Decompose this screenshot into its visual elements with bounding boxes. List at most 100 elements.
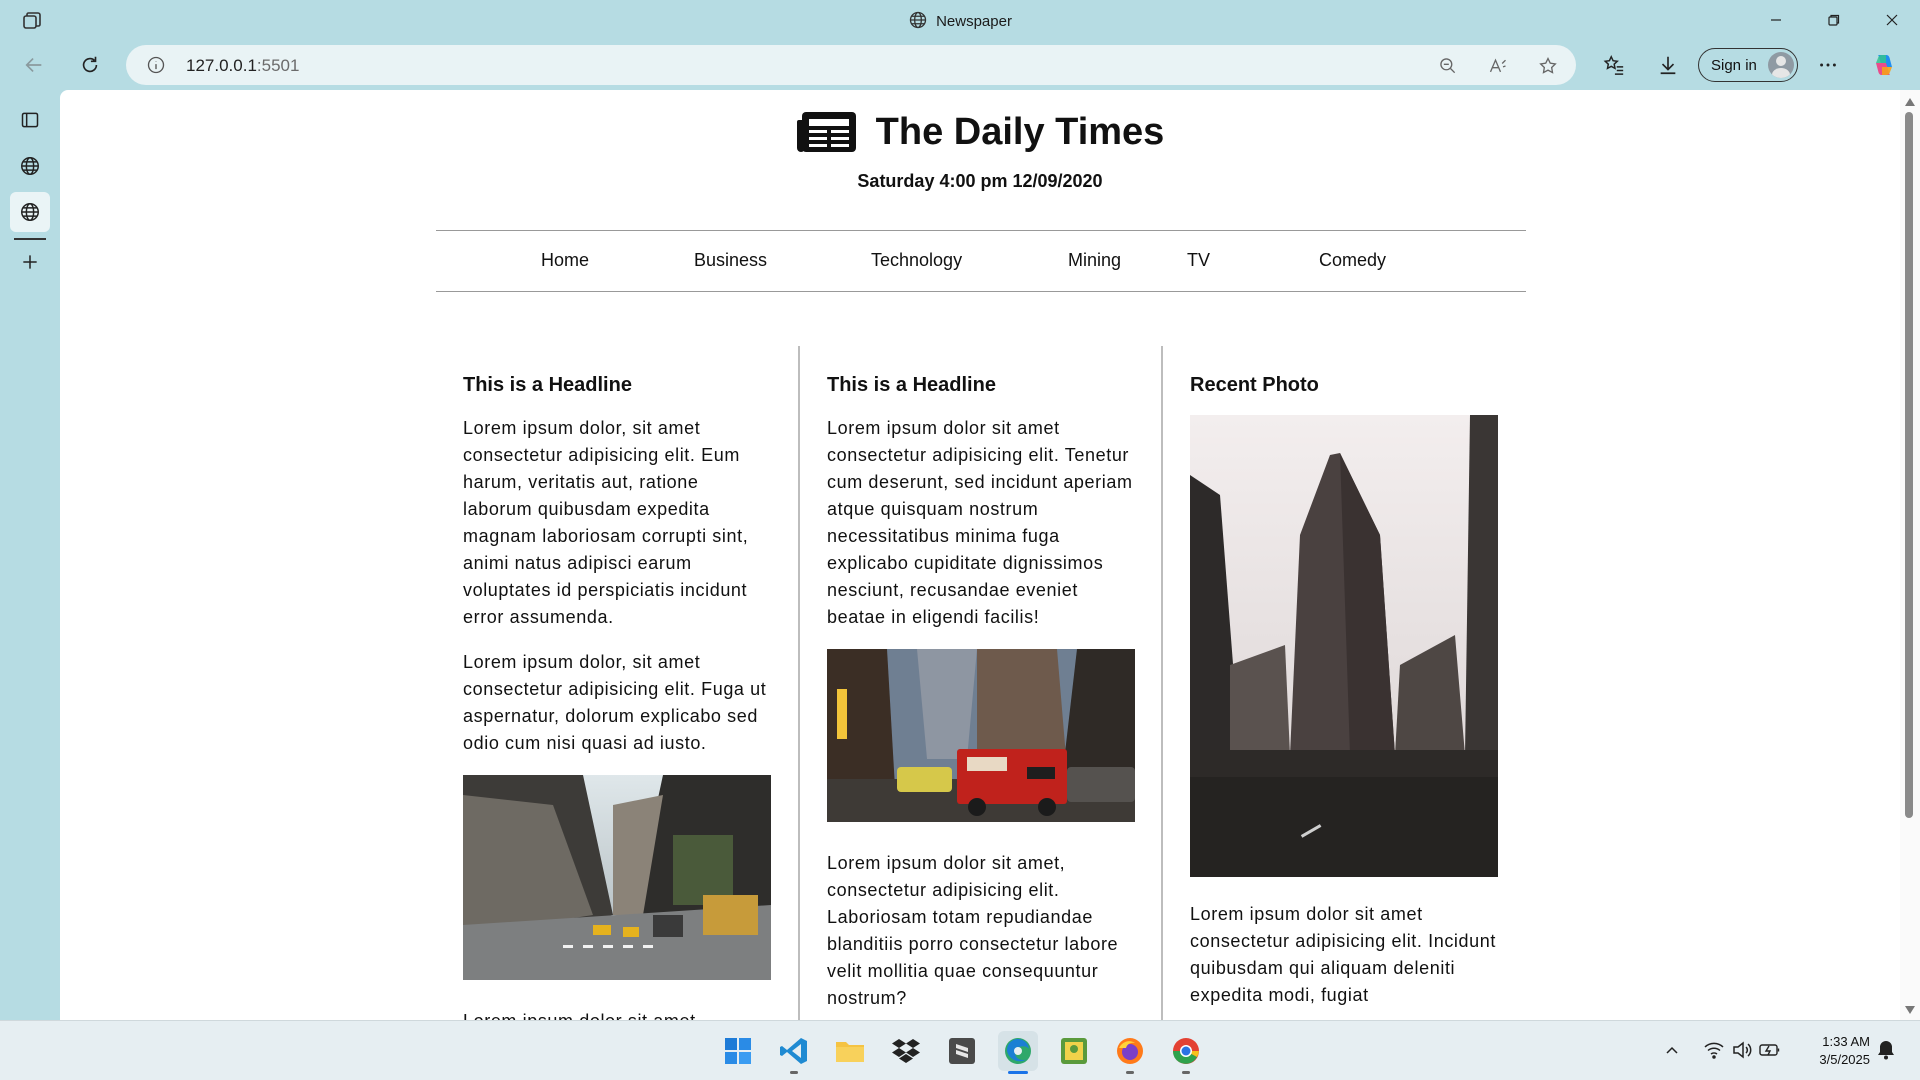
- column-divider: [1161, 346, 1163, 1020]
- wifi-status[interactable]: [1700, 1035, 1728, 1065]
- downloads-button[interactable]: [1650, 48, 1686, 82]
- running-indicator: [1126, 1071, 1134, 1074]
- sign-in-button[interactable]: Sign in: [1698, 48, 1798, 82]
- headline: Recent Photo: [1190, 374, 1319, 396]
- windows-logo-icon: [725, 1038, 751, 1064]
- article-paragraph: Lorem ipsum dolor, sit amet consectetur …: [463, 652, 767, 753]
- sign-in-label: Sign in: [1711, 56, 1757, 74]
- window-title-text: Newspaper: [936, 13, 1012, 30]
- taskbar-dropbox[interactable]: [886, 1031, 926, 1071]
- bell-icon: [1878, 1041, 1894, 1060]
- address-bar[interactable]: 127.0.0.1:5501: [126, 45, 1576, 85]
- scrollbar-thumb[interactable]: [1905, 112, 1913, 818]
- refresh-button[interactable]: [72, 48, 108, 82]
- taskbar-edge[interactable]: [998, 1031, 1038, 1074]
- minimize-icon: [1771, 19, 1781, 21]
- copilot-button[interactable]: [1866, 48, 1902, 82]
- article-paragraph: Lorem ipsum dolor sit amet consectetur a…: [827, 418, 1133, 627]
- running-indicator: [790, 1071, 798, 1074]
- show-hidden-icons[interactable]: [1658, 1035, 1686, 1065]
- new-tab-button[interactable]: [10, 242, 50, 282]
- headline: This is a Headline: [827, 374, 996, 396]
- globe-icon: [21, 203, 39, 221]
- column-divider: [798, 346, 800, 1020]
- scroll-up-icon[interactable]: [1905, 98, 1915, 106]
- running-indicator: [1182, 1071, 1190, 1074]
- settings-more-button[interactable]: [1810, 48, 1846, 82]
- dropbox-icon: [892, 1039, 920, 1063]
- read-aloud-icon[interactable]: [1486, 54, 1510, 78]
- speaker-icon: [1733, 1041, 1752, 1059]
- close-button[interactable]: [1864, 0, 1920, 40]
- windows-taskbar: 1:33 AM 3/5/2025: [0, 1020, 1920, 1080]
- tab-layout-icon: [21, 112, 39, 128]
- article-paragraph: Lorem ipsum dolor sit amet: [463, 1008, 772, 1020]
- favorites-button[interactable]: [1596, 48, 1632, 82]
- vertical-tabs-sidebar: [0, 90, 60, 1020]
- tab-layout-button[interactable]: [10, 100, 50, 140]
- edge-icon: [1005, 1038, 1031, 1064]
- nav-tv[interactable]: TV: [1187, 250, 1210, 271]
- globe-icon: [909, 11, 927, 29]
- url-host: 127.0.0.1: [186, 56, 257, 75]
- restore-button[interactable]: [1806, 0, 1862, 40]
- nav-technology[interactable]: Technology: [871, 250, 962, 271]
- taskbar-photos[interactable]: [1054, 1031, 1094, 1071]
- nav-comedy[interactable]: Comedy: [1319, 250, 1386, 271]
- url-text[interactable]: 127.0.0.1:5501: [186, 56, 299, 76]
- clock-date: 3/5/2025: [1819, 1052, 1870, 1067]
- zoom-out-icon[interactable]: [1436, 54, 1460, 78]
- system-clock[interactable]: 1:33 AM 3/5/2025: [1790, 1033, 1870, 1069]
- clock-time: 1:33 AM: [1822, 1034, 1870, 1049]
- active-indicator: [1008, 1071, 1028, 1074]
- taskbar-chrome[interactable]: [1166, 1031, 1206, 1074]
- taskbar-vscode[interactable]: [774, 1031, 814, 1074]
- street-photo: [463, 775, 771, 980]
- newspaper-icon: [796, 112, 856, 152]
- page-scrollbar[interactable]: [1900, 90, 1920, 1020]
- url-port: :5501: [256, 56, 300, 75]
- start-button[interactable]: [718, 1031, 758, 1071]
- article-paragraph: Lorem ipsum dolor, sit amet consectetur …: [463, 418, 749, 627]
- notifications-button[interactable]: [1872, 1035, 1900, 1065]
- scroll-down-icon[interactable]: [1905, 1006, 1915, 1014]
- battery-charging-icon: [1759, 1044, 1780, 1056]
- vscode-icon: [780, 1038, 807, 1064]
- article-column-2: This is a Headline Lorem ipsum dolor sit…: [827, 346, 1136, 1020]
- sidebar-divider: [14, 238, 46, 240]
- plus-icon: [23, 255, 37, 269]
- article-paragraph: Lorem ipsum dolor sit amet, consectetur …: [827, 853, 1119, 1008]
- nav-business[interactable]: Business: [694, 250, 767, 271]
- minimize-button[interactable]: [1748, 0, 1804, 40]
- globe-icon: [21, 157, 39, 175]
- taskbar-sublime[interactable]: [942, 1031, 982, 1071]
- taskbar-firefox[interactable]: [1110, 1031, 1150, 1074]
- firefox-icon: [1117, 1038, 1143, 1064]
- back-arrow-icon: [25, 57, 42, 73]
- site-info-icon[interactable]: [146, 55, 166, 75]
- article-column-1: This is a Headline Lorem ipsum dolor, si…: [463, 346, 772, 1020]
- tab-globe-1[interactable]: [10, 146, 50, 186]
- copilot-icon: [1876, 55, 1892, 75]
- favorite-star-icon[interactable]: [1536, 54, 1560, 78]
- restore-icon: [1828, 14, 1840, 26]
- main-nav: Home Business Technology Mining TV Comed…: [436, 230, 1526, 292]
- nav-home[interactable]: Home: [541, 250, 589, 271]
- nav-mining[interactable]: Mining: [1068, 250, 1121, 271]
- more-dots-icon: [1820, 63, 1836, 67]
- volume-status[interactable]: [1728, 1035, 1756, 1065]
- back-button[interactable]: [16, 48, 52, 82]
- title-bar: Newspaper: [0, 0, 1920, 40]
- masthead: The Daily Times Saturday 4:00 pm 12/09/2…: [60, 110, 1900, 192]
- photos-app-icon: [1061, 1038, 1087, 1064]
- chrome-icon: [1172, 1038, 1199, 1064]
- editor-app-icon: [949, 1038, 975, 1064]
- tab-globe-active[interactable]: [10, 192, 50, 232]
- site-title: The Daily Times: [875, 110, 1165, 153]
- window-title: Newspaper: [0, 10, 1920, 30]
- profile-avatar-icon: [1768, 52, 1794, 78]
- page-viewport: The Daily Times Saturday 4:00 pm 12/09/2…: [60, 90, 1920, 1020]
- battery-status[interactable]: [1756, 1035, 1784, 1065]
- taskbar-file-explorer[interactable]: [830, 1031, 870, 1071]
- browser-toolbar: 127.0.0.1:5501 Sign in: [0, 40, 1920, 90]
